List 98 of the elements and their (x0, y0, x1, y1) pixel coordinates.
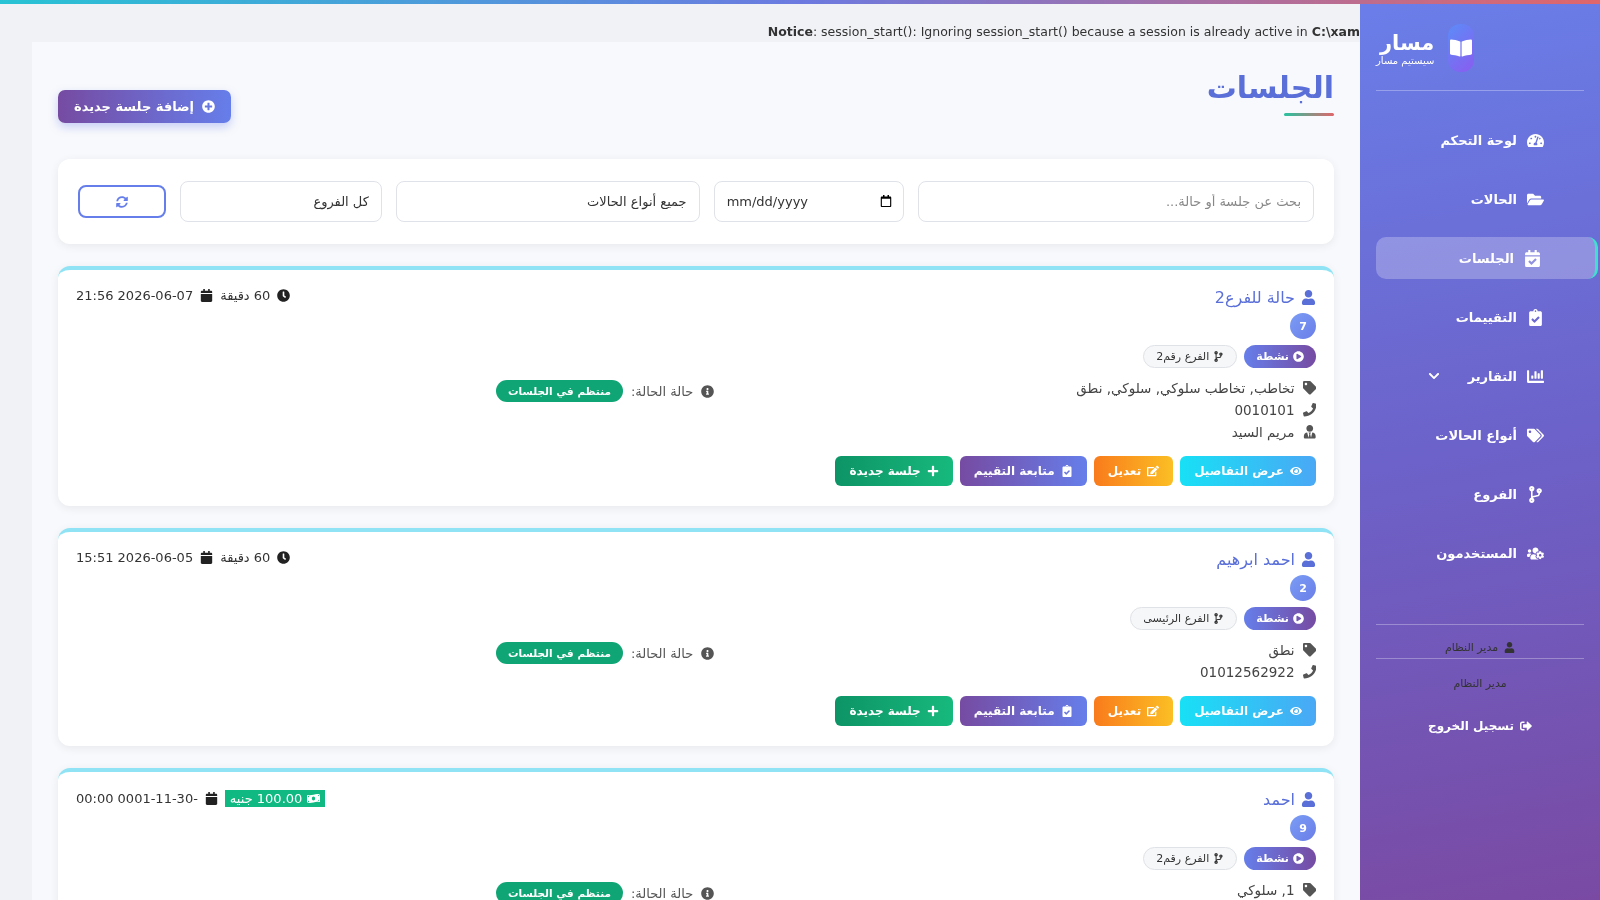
edit-icon (1147, 705, 1160, 717)
logout-button[interactable]: تسجيل الخروج (1422, 718, 1538, 734)
phone-icon (1302, 403, 1316, 417)
brand-name: مسار (1379, 30, 1435, 55)
nav-item[interactable]: أنواع الحالات (1376, 414, 1584, 456)
nav-item[interactable]: الفروع (1376, 473, 1584, 515)
status-label: حالة الحالة: (630, 885, 694, 900)
status-badge: نشطة (1244, 607, 1316, 630)
session-count-badge: 2 (1290, 575, 1316, 601)
price-text: 100.00 جنيه (229, 791, 303, 806)
chart-icon (1527, 367, 1544, 385)
session-date: 00:00 0001-11-30- (76, 791, 198, 806)
info-icon (701, 384, 715, 398)
branch-select[interactable]: كل الفروع (180, 181, 382, 222)
plus-icon (926, 465, 939, 477)
branch-icon (1213, 351, 1225, 362)
tags-icon (1527, 426, 1544, 444)
user-icon (1301, 290, 1316, 305)
clock-icon (277, 551, 291, 564)
nav-item[interactable]: المستخدمون (1376, 532, 1584, 574)
nav-item[interactable]: التقارير (1376, 355, 1584, 397)
status-badge: نشطة (1244, 847, 1316, 870)
plus-icon (926, 705, 939, 717)
session-name[interactable]: احمد ابرهيم (1216, 550, 1295, 569)
clipboard-icon (1060, 465, 1073, 477)
nav-item[interactable]: الحالات (1376, 178, 1584, 220)
gauge-icon (1527, 131, 1544, 149)
user-name: مدير النظام (1444, 641, 1499, 654)
branch-badge: الفرع رقم2 (1143, 847, 1238, 870)
notice-text: Notice: session_start(): Ignoring session_start() because a session is already active in C:\xam (766, 23, 1360, 41)
session-duration: 60 دقيقة (220, 550, 271, 565)
branch-badge: الفرع رقم2 (1143, 345, 1238, 368)
clipboard-icon (1527, 308, 1544, 326)
brand-subtitle: سيستيم مسار (1376, 54, 1435, 66)
info-text: مريم السيد (1231, 424, 1295, 440)
session-name[interactable]: حالة للفرع2 (1214, 288, 1295, 307)
calendar-icon (1524, 249, 1541, 267)
refresh-icon (116, 195, 128, 208)
calendar-icon (200, 551, 214, 564)
person-icon (1302, 425, 1316, 439)
info-text: 1, سلوكي (1236, 882, 1295, 898)
tag-icon (1302, 381, 1316, 395)
status-label: حالة الحالة: (630, 645, 694, 661)
eye-icon (1290, 465, 1302, 477)
user-icon (1301, 552, 1316, 567)
branch-icon (1213, 853, 1225, 864)
calendar-icon (879, 195, 892, 207)
refresh-button[interactable] (78, 185, 166, 218)
status-value-badge: منتظم في الجلسات (496, 380, 623, 402)
action-button[interactable]: متابعة التقييم (959, 696, 1087, 726)
play-icon (1293, 853, 1304, 864)
info-icon (701, 886, 715, 900)
user-icon (1504, 642, 1516, 653)
info-text: نطق (1268, 642, 1295, 658)
status-value-badge: منتظم في الجلسات (496, 882, 623, 900)
user-role: مدير النظام (1453, 676, 1507, 692)
plus-icon (202, 100, 216, 113)
calendar-icon (204, 792, 218, 805)
action-button[interactable]: جلسة جديدة (835, 456, 953, 486)
nav-item[interactable]: لوحة التحكم (1376, 119, 1584, 161)
page-title: الجلسات (1206, 70, 1334, 105)
session-date: 15:51 2026-06-05 (76, 550, 194, 565)
tag-icon (1302, 883, 1316, 897)
date-field[interactable]: mm/dd/yyyy (713, 181, 904, 222)
status-value-badge: منتظم في الجلسات (496, 642, 623, 664)
action-button[interactable]: جلسة جديدة (835, 696, 953, 726)
session-duration: 60 دقيقة (220, 288, 271, 303)
logout-icon (1520, 720, 1532, 732)
info-icon (701, 646, 715, 660)
case-type-select[interactable]: جميع أنواع الحالات (395, 181, 700, 222)
eye-icon (1290, 705, 1302, 717)
clock-icon (277, 289, 291, 302)
status-label: حالة الحالة: (630, 383, 694, 399)
money-icon (307, 792, 321, 805)
branch-icon (1213, 613, 1225, 624)
action-button[interactable]: متابعة التقييم (959, 456, 1087, 486)
session-count-badge: 7 (1290, 313, 1316, 339)
clipboard-icon (1060, 705, 1073, 717)
info-text: تخاطب, تخاطب سلوكي, سلوكي, نطق (1076, 380, 1295, 396)
play-icon (1293, 613, 1304, 624)
add-session-button[interactable]: إضافة جلسة جديدة (58, 90, 232, 123)
user-icon (1301, 792, 1316, 807)
session-count-badge: 9 (1290, 815, 1316, 841)
play-icon (1293, 351, 1304, 362)
session-name[interactable]: احمد (1263, 790, 1295, 809)
phone-icon (1302, 665, 1316, 679)
tag-icon (1302, 643, 1316, 657)
branch-icon (1527, 485, 1544, 503)
nav-item[interactable]: الجلسات (1376, 237, 1598, 279)
edit-icon (1147, 465, 1160, 477)
info-text: 01012562922 (1200, 664, 1295, 680)
session-date: 21:56 2026-06-07 (76, 288, 194, 303)
calendar-icon (200, 289, 214, 302)
nav-item[interactable]: التقييمات (1376, 296, 1584, 338)
branch-badge: الفرع الرئيسى (1130, 607, 1238, 630)
book-icon (1450, 37, 1473, 59)
info-text: 0010101 (1234, 402, 1295, 418)
status-badge: نشطة (1244, 345, 1316, 368)
